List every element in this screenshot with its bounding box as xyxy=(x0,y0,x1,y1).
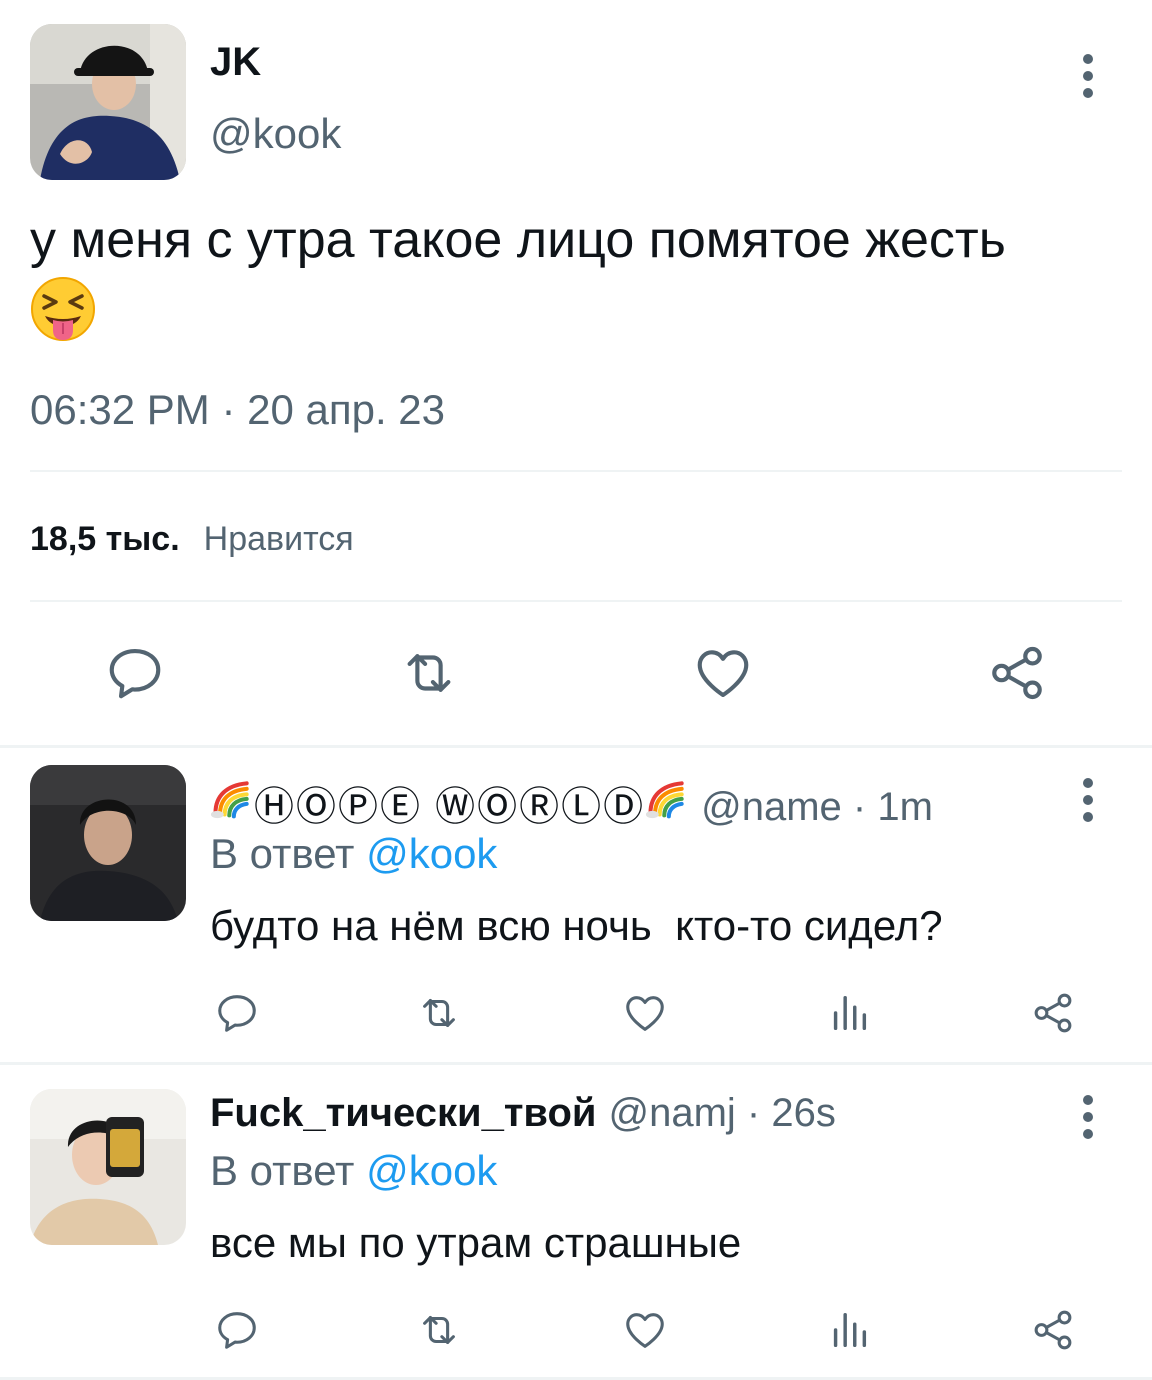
likes-label: Нравится xyxy=(203,520,354,558)
like-icon xyxy=(622,990,668,1036)
reply-button[interactable] xyxy=(104,642,166,704)
retweet-button[interactable] xyxy=(416,990,462,1036)
share-button[interactable] xyxy=(986,642,1048,704)
reply-author-name[interactable]: Fuck_тически_твой xyxy=(210,1091,597,1136)
share-icon xyxy=(986,642,1048,704)
reply-button[interactable] xyxy=(214,990,260,1036)
rainbow-icon xyxy=(210,776,254,820)
views-icon xyxy=(826,990,872,1036)
rainbow-icon xyxy=(645,776,689,820)
reply-icon xyxy=(214,990,260,1036)
views-button[interactable] xyxy=(826,990,872,1036)
like-button[interactable] xyxy=(622,990,668,1036)
squinting-face-with-tongue-icon xyxy=(31,277,95,341)
tweet-timestamp[interactable]: 06:32 PM · 20 апр. 23 xyxy=(30,386,445,434)
avatar-photo xyxy=(30,765,186,921)
more-icon[interactable] xyxy=(1078,1095,1098,1139)
retweet-button[interactable] xyxy=(398,642,460,704)
like-button[interactable] xyxy=(622,1307,668,1353)
likes-count: 18,5 тыс. xyxy=(30,520,180,558)
avatar-photo xyxy=(30,24,186,180)
reply-handle-time[interactable]: @namj · 26s xyxy=(609,1091,836,1136)
divider xyxy=(30,600,1122,602)
reply-header: ⒽⓄⓅⒺ ⓌⓄⓇⓁⒹ @name · 1m xyxy=(210,774,933,832)
reply-to: В ответ @kook xyxy=(210,830,497,878)
reply-text: будто на нём всю ночь кто-то сидел? xyxy=(210,902,943,949)
reply-to: В ответ @kook xyxy=(210,1147,497,1195)
share-button[interactable] xyxy=(1030,1307,1076,1353)
reply-tweet[interactable]: ⒽⓄⓅⒺ ⓌⓄⓇⓁⒹ @name · 1m В ответ @kook будт… xyxy=(0,748,1152,1060)
author-display-name[interactable]: JK xyxy=(210,40,261,85)
reply-to-mention[interactable]: @kook xyxy=(366,830,497,877)
like-icon xyxy=(622,1307,668,1353)
reply-icon xyxy=(104,642,166,704)
reply-icon xyxy=(214,1307,260,1353)
reply-tweet[interactable]: Fuck_тически_твой @namj · 26s В ответ @k… xyxy=(0,1065,1152,1377)
views-button[interactable] xyxy=(826,1307,872,1353)
reply-button[interactable] xyxy=(214,1307,260,1353)
avatar-photo xyxy=(30,1089,186,1245)
views-icon xyxy=(826,1307,872,1353)
reply-text: все мы по утрам страшные xyxy=(210,1219,742,1266)
retweet-icon xyxy=(398,642,460,704)
share-button[interactable] xyxy=(1030,990,1076,1036)
like-icon xyxy=(692,642,754,704)
retweet-icon xyxy=(416,1307,462,1353)
divider xyxy=(30,470,1122,472)
main-tweet[interactable]: JK @kook у меня с утра такое лицо помято… xyxy=(0,0,1152,745)
more-icon[interactable] xyxy=(1078,778,1098,822)
reply-to-prefix: В ответ xyxy=(210,830,355,877)
retweet-button[interactable] xyxy=(416,1307,462,1353)
reply-to-prefix: В ответ xyxy=(210,1147,355,1194)
share-icon xyxy=(1030,1307,1076,1353)
reply-handle-time[interactable]: @name · 1m xyxy=(701,785,933,830)
share-icon xyxy=(1030,990,1076,1036)
avatar[interactable] xyxy=(30,24,186,180)
tweet-text: у меня с утра такое лицо помятое жесть xyxy=(30,211,1006,269)
avatar[interactable] xyxy=(30,765,186,921)
more-icon[interactable] xyxy=(1078,54,1098,98)
like-button[interactable] xyxy=(692,642,754,704)
reply-author-name[interactable]: ⒽⓄⓅⒺ ⓌⓄⓇⓁⒹ xyxy=(254,774,645,832)
reply-header: Fuck_тически_твой @namj · 26s xyxy=(210,1091,836,1136)
retweet-icon xyxy=(416,990,462,1036)
avatar[interactable] xyxy=(30,1089,186,1245)
author-handle[interactable]: @kook xyxy=(210,110,341,158)
likes-stats[interactable]: 18,5 тыс. Нравится xyxy=(30,520,354,559)
reply-to-mention[interactable]: @kook xyxy=(366,1147,497,1194)
